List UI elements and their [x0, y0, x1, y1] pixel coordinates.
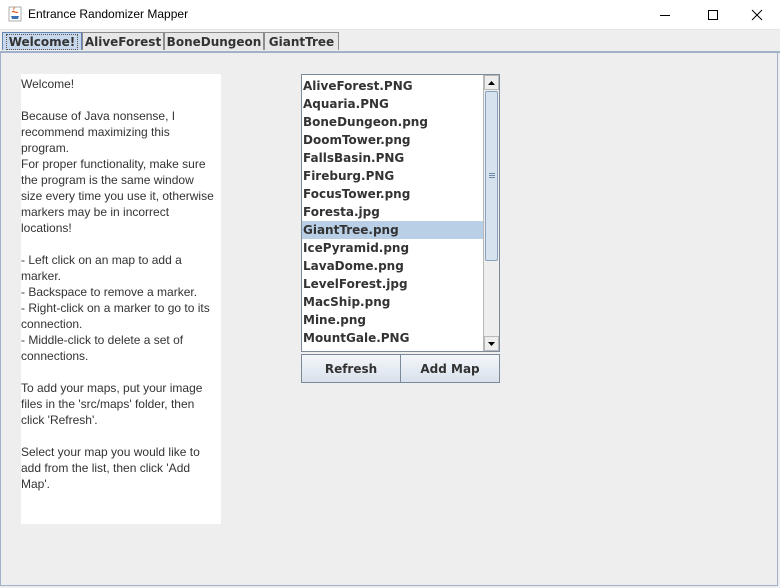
close-button[interactable] [734, 0, 780, 29]
title-bar: Entrance Randomizer Mapper [0, 0, 780, 30]
java-app-icon [8, 6, 22, 22]
map-list-item[interactable]: LevelForest.jpg [302, 275, 484, 293]
map-list-item[interactable]: Aquaria.PNG [302, 95, 484, 113]
close-icon [751, 9, 763, 20]
map-list-item[interactable]: GiantTree.png [302, 221, 484, 239]
map-list-items: AliveForest.PNG Aquaria.PNG BoneDungeon.pn… [302, 77, 484, 351]
tab-label: Welcome! [5, 33, 79, 50]
map-list-item[interactable]: FallsBasin.PNG [302, 149, 484, 167]
scroll-thumb[interactable] [485, 91, 498, 261]
map-list-item[interactable]: Fireburg.PNG [302, 167, 484, 185]
scroll-up-button[interactable] [484, 75, 499, 90]
map-list-item[interactable]: LavaDome.png [302, 257, 484, 275]
map-list-item[interactable]: FocusTower.png [302, 185, 484, 203]
arrow-up-icon [488, 80, 495, 85]
map-list-item[interactable]: Foresta.jpg [302, 203, 484, 221]
refresh-button[interactable]: Refresh [301, 354, 401, 383]
tab-welcome[interactable]: Welcome! [2, 32, 82, 50]
minimize-icon [660, 14, 670, 16]
map-list-item[interactable]: Mine.png [302, 311, 484, 329]
tab-aliveforest[interactable]: AliveForest [82, 32, 164, 50]
welcome-instructions: Welcome! Because of Java nonsense, I rec… [21, 77, 214, 491]
map-list-item[interactable]: PazuzuTower.png [302, 347, 484, 351]
welcome-text-panel: Welcome! Because of Java nonsense, I rec… [21, 74, 221, 524]
scroll-down-button[interactable] [484, 336, 499, 351]
vertical-scrollbar[interactable] [483, 75, 499, 351]
map-list-item[interactable]: BoneDungeon.png [302, 113, 484, 131]
map-list-item[interactable]: MacShip.png [302, 293, 484, 311]
add-map-button[interactable]: Add Map [400, 354, 500, 383]
map-list-item[interactable]: AliveForest.PNG [302, 77, 484, 95]
maximize-icon [708, 9, 718, 20]
tab-label: GiantTree [268, 34, 335, 49]
tab-strip: Welcome! AliveForest BoneDungeon GiantTr… [0, 29, 780, 53]
map-list-item[interactable]: DoomTower.png [302, 131, 484, 149]
map-list[interactable]: AliveForest.PNG Aquaria.PNG BoneDungeon.pn… [301, 74, 500, 352]
maximize-button[interactable] [690, 0, 736, 29]
window-title: Entrance Randomizer Mapper [28, 7, 189, 21]
tab-bonedungeon[interactable]: BoneDungeon [164, 32, 264, 50]
arrow-down-icon [488, 341, 495, 346]
tab-label: AliveForest [84, 34, 162, 49]
map-list-item[interactable]: MountGale.PNG [302, 329, 484, 347]
map-list-item[interactable]: IcePyramid.png [302, 239, 484, 257]
tab-gianttree[interactable]: GiantTree [264, 32, 339, 50]
minimize-button[interactable] [642, 0, 688, 29]
tab-label: BoneDungeon [166, 34, 262, 49]
